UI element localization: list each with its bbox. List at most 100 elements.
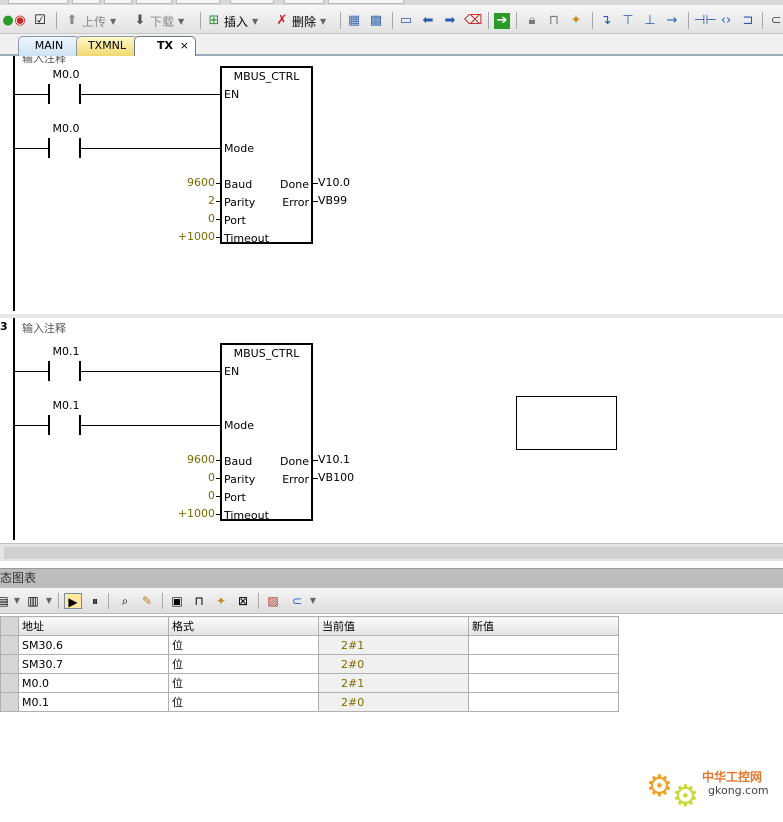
parity-value[interactable]: 2 [175,194,215,207]
pin-en: EN [224,88,240,101]
new-value-cell[interactable] [468,673,619,693]
write-button[interactable]: ✎ [138,593,156,609]
address-cell[interactable]: SM30.7 [18,654,169,674]
address-cell[interactable]: M0.1 [18,692,169,712]
read-forced-button[interactable]: ⊠ [234,593,252,609]
force-button[interactable]: ▣ [168,593,186,609]
insert-icon: ⊞ [208,13,220,28]
insert-contact-button[interactable]: ⊣⊢ [694,12,717,30]
unforce-button[interactable]: ⊓ [190,593,208,609]
toggle-bookmark-button[interactable]: ▦ [346,12,362,30]
unlock-button[interactable]: ⊓ [546,12,562,30]
read-button[interactable]: ⌕ [116,593,134,609]
toolbar-separator [258,593,259,609]
error-output[interactable]: VB99 [318,194,347,207]
port-value[interactable]: 0 [175,212,215,225]
row-header[interactable] [0,635,19,655]
network-comment[interactable]: 输入注释 [22,56,66,66]
mbus-ctrl-block[interactable]: MBUS_CTRL EN Mode Baud Parity Port Timeo… [220,66,313,245]
block-title: MBUS_CTRL [233,70,300,83]
insert-button[interactable]: ⊞ 插入 ▼ [206,12,259,30]
label-button[interactable]: ⊂ [768,12,783,30]
watermark-logo: ⚙ ⚙ 中华工控网 gkong.com [646,764,776,814]
row-header-corner [0,616,19,636]
timeout-value[interactable]: +1000 [175,230,215,243]
contact-address[interactable]: M0.0 [46,68,86,81]
close-icon[interactable]: × [180,37,189,55]
network-comment[interactable]: 输入注释 [22,320,66,336]
row-header[interactable] [0,673,19,693]
delete-button[interactable]: ✗ 删除 ▼ [274,12,327,30]
start-monitor-button[interactable]: ▶ [64,593,82,609]
box-icon: ⊐ [742,13,754,28]
row-header[interactable] [0,654,19,674]
format-cell[interactable]: 位 [168,673,319,693]
pin-done: Done [280,178,309,191]
address-cell[interactable]: M0.0 [18,673,169,693]
toolbar-separator [762,12,763,29]
glasses-icon: ⌕ [121,594,129,608]
undo-button[interactable]: ⬅ [420,12,436,30]
baud-value[interactable]: 9600 [175,453,215,466]
new-value-cell[interactable] [468,692,619,712]
pause-monitor-button[interactable]: ⏸︎ [86,593,104,609]
lock-all-button[interactable]: ✦ [568,12,584,30]
chevron-down-icon: ▼ [320,16,327,26]
clear-button[interactable]: ⌫ [464,12,482,30]
timeout-value[interactable]: +1000 [175,507,215,520]
ladder-editor[interactable]: 输入注释 M0.0 M0.0 MBUS_CTRL EN Mode Baud Pa… [0,56,783,546]
row-header[interactable] [0,692,19,712]
baud-value[interactable]: 9600 [175,176,215,189]
selection-cursor-box[interactable] [516,396,617,450]
next-bookmark-button[interactable]: ▩ [368,12,384,30]
go-button[interactable]: ➔ [494,12,510,30]
contact-address[interactable]: M0.0 [46,122,86,135]
port-value[interactable]: 0 [175,489,215,502]
format-cell[interactable]: 位 [168,692,319,712]
column-header-new-value[interactable]: 新值 [468,616,619,636]
new-value-cell[interactable] [468,654,619,674]
stop-button[interactable]: ◉ [12,12,28,30]
line-up-button[interactable]: ⊥ [642,12,658,30]
unforce-all-button[interactable]: ✦ [212,593,230,609]
line-right-button[interactable]: → [664,12,680,30]
horizontal-scrollbar[interactable] [0,543,783,561]
branch-down-button[interactable]: ↴ [598,12,614,30]
insert-coil-button[interactable]: ‹› [718,12,734,30]
lock-button[interactable]: 🔒︎ [524,12,540,30]
line-down-button[interactable]: ⊤ [620,12,636,30]
error-output[interactable]: VB100 [318,471,354,484]
power-rail [13,318,15,540]
toolbar-separator [516,12,517,29]
contact-address[interactable]: M0.1 [46,399,86,412]
chevron-down-icon[interactable]: ▼ [40,593,58,609]
redo-button[interactable]: ➡ [442,12,458,30]
tab-main[interactable]: MAIN [18,36,80,56]
scrollbar-thumb[interactable] [4,547,783,559]
table-row: M0.0 位 2#1 [0,673,619,693]
upload-button[interactable]: ⬆ 上传 ▼ [64,12,117,30]
format-cell[interactable]: 位 [168,635,319,655]
new-value-cell[interactable] [468,635,619,655]
done-output[interactable]: V10.0 [318,176,350,189]
address-cell[interactable]: SM30.6 [18,635,169,655]
rung-wire [81,148,222,149]
new-button[interactable]: ▭ [398,12,414,30]
insert-box-button[interactable]: ⊐ [740,12,756,30]
tab-txmnl[interactable]: TXMNL [76,36,138,56]
compile-button[interactable]: ☑ [32,12,48,30]
parity-value[interactable]: 0 [175,471,215,484]
trend-view-button[interactable]: ▨ [264,593,282,609]
column-header-address[interactable]: 地址 [18,616,169,636]
contact-address[interactable]: M0.1 [46,345,86,358]
done-output[interactable]: V10.1 [318,453,350,466]
mbus-ctrl-block[interactable]: MBUS_CTRL EN Mode Baud Parity Port Timeo… [220,343,313,522]
column-header-format[interactable]: 格式 [168,616,319,636]
format-cell[interactable]: 位 [168,654,319,674]
column-header-current-value[interactable]: 当前值 [318,616,469,636]
tab-tx-label: TX [157,39,173,52]
chevron-down-icon: ▼ [178,16,185,26]
tab-tx[interactable]: TX × [134,36,196,56]
download-button[interactable]: ⬇ 下载 ▼ [132,12,185,30]
chevron-down-icon[interactable]: ▼ [304,593,322,609]
